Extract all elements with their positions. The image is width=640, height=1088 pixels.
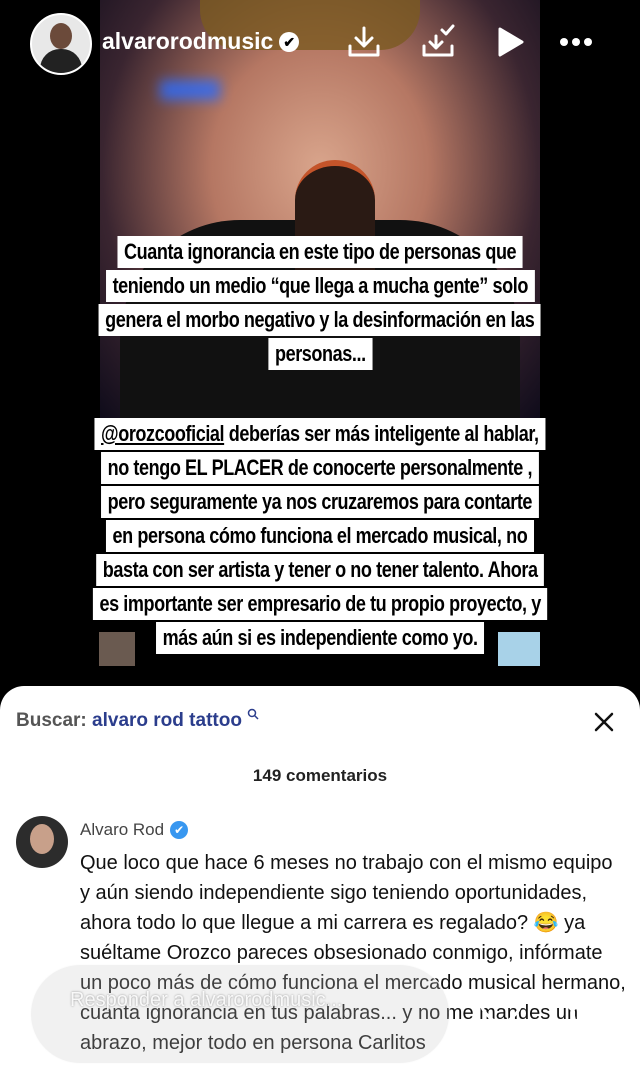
story-line-rest: deberías ser más inteligente al hablar, [224, 421, 539, 446]
close-icon[interactable] [590, 708, 618, 736]
story-line: personas... [268, 338, 372, 370]
heart-icon[interactable] [478, 990, 524, 1030]
reply-placeholder: Responder a alvarorodmusic... [70, 989, 343, 1011]
play-icon[interactable] [490, 22, 530, 62]
story-line: en persona cómo funciona el mercado musi… [106, 520, 534, 552]
story-line: pero seguramente ya nos cruzaremos para … [101, 486, 539, 518]
comment-author-text: Alvaro Rod [80, 820, 165, 839]
story-header: alvarorodmusic ✔ [0, 0, 640, 90]
comment-avatar[interactable] [16, 816, 68, 868]
avatar[interactable] [30, 13, 92, 75]
story-media[interactable]: Cuanta ignorancia en este tipo de person… [0, 0, 640, 700]
story-line: no tengo EL PLACER de conocerte personal… [101, 452, 539, 484]
avatar-body [40, 49, 82, 73]
reply-input[interactable] [30, 964, 450, 1064]
avatar-face [30, 824, 54, 854]
verified-badge-icon: ✔ [170, 821, 189, 839]
story-line: más aún si es independiente como yo. [155, 622, 485, 654]
sticker-thumbnail [99, 632, 135, 666]
send-icon[interactable] [554, 990, 600, 1030]
sticker-thumbnail [498, 632, 540, 666]
story-line: genera el morbo negativo y la desinforma… [98, 304, 542, 336]
username-text: alvarorodmusic [102, 28, 274, 54]
story-paragraph-1: Cuanta ignorancia en este tipo de person… [0, 236, 640, 372]
story-line: es importante ser empresario de tu propi… [92, 588, 548, 620]
search-icon [247, 708, 259, 720]
verified-badge-icon: ✔ [279, 32, 300, 52]
search-label: Buscar: [16, 710, 87, 731]
mention-link[interactable]: @orozcooficial [101, 421, 225, 446]
story-line: teniendo un medio “que llega a mucha gen… [105, 270, 535, 302]
avatar-head [50, 23, 72, 49]
username[interactable]: alvarorodmusic ✔ [102, 28, 300, 55]
download-icon[interactable] [344, 22, 384, 62]
story-line: basta con ser artista y tener o no tener… [95, 554, 545, 586]
story-line: Cuanta ignorancia en este tipo de person… [117, 236, 523, 268]
download-check-icon[interactable] [418, 22, 458, 62]
story-paragraph-2: @orozcooficial deberías ser más intelige… [0, 418, 640, 656]
comment-author[interactable]: Alvaro Rod ✔ [80, 820, 189, 840]
search-suggestion[interactable]: Buscar: alvaro rod tattoo [16, 708, 259, 732]
comments-count: 149 comentarios [252, 766, 388, 785]
more-icon[interactable] [556, 22, 596, 62]
search-query[interactable]: alvaro rod tattoo [92, 710, 242, 731]
story-line: @orozcooficial deberías ser más intelige… [94, 418, 546, 450]
